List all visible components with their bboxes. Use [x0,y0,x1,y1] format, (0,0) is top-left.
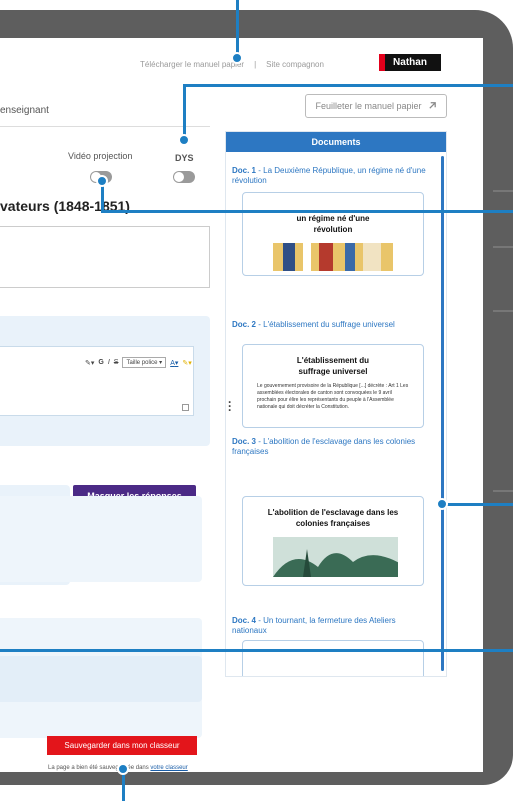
logo-text: Nathan [393,57,427,68]
external-arrow-icon [428,101,437,112]
doc-4-title[interactable]: Doc. 4 - Un tournant, la fermeture des A… [232,616,428,636]
tab-enseignant[interactable]: enseignant [0,105,49,116]
highlight-icon[interactable]: ✎▾ [85,359,94,367]
doc-1-image [273,243,393,271]
answer-panel [0,496,202,582]
background-color-icon[interactable]: ✎▾ [182,359,191,367]
rich-text-editor[interactable]: ✎▾ G I S Taille police ▾ A▾ ✎▾ [0,346,194,416]
doc-2-title[interactable]: Doc. 2 - L'établissement du suffrage uni… [232,320,428,330]
doc-card-title: L'établissement du suffrage universel [296,356,370,376]
doc-number: Doc. 4 [232,616,257,625]
documents-header: Documents [226,132,446,152]
callout-dot [231,52,243,64]
doc-card-title: L'abolition de l'esclavage dans les colo… [267,508,399,528]
doc-1-title[interactable]: Doc. 1 - La Deuxième République, un régi… [232,166,428,186]
callout-dot [96,175,108,187]
doc-number: Doc. 1 [232,166,257,175]
save-to-classeur-button[interactable]: Sauvegarder dans mon classeur [47,736,197,755]
callout-dot [117,763,129,775]
doc-number: Doc. 3 [232,437,257,446]
save-note-text: La page a bien été sauvegardée dans [48,765,149,771]
callout-line [122,772,125,801]
frame-stripe [493,246,513,248]
callout-line [443,503,513,506]
font-size-select[interactable]: Taille police ▾ [122,357,167,368]
feuilleter-button[interactable]: Feuilleter le manuel papier [305,94,447,118]
font-size-label: Taille police [126,360,158,366]
callout-dot [178,134,190,146]
text-color-label: A [170,359,175,367]
doc-title-text: Un tournant, la fermeture des Ateliers n… [232,616,396,635]
video-projection-label: Vidéo projection [68,151,133,161]
nathan-logo[interactable]: Nathan [379,54,441,71]
doc-title-text: L'abolition de l'esclavage dans les colo… [232,437,416,456]
doc-1-card[interactable]: un régime né d'une révolution [242,192,424,276]
doc-3-image [273,537,403,577]
toggle-knob [174,172,184,182]
italic-button[interactable]: I [108,359,110,366]
question-panel: ✎▾ G I S Taille police ▾ A▾ ✎▾ [0,316,210,446]
answer-box[interactable] [0,226,210,288]
logo-red-mark [379,54,385,71]
doc-number: Doc. 2 [232,320,257,329]
bold-button[interactable]: G [98,359,103,366]
app-screen: Télécharger le manuel papier | Site comp… [0,38,483,772]
panel-resize-handle[interactable]: · · · [228,396,232,416]
doc-4-card[interactable] [242,640,424,676]
editor-toolbar: ✎▾ G I S Taille police ▾ A▾ ✎▾ [85,357,192,368]
documents-scrollbar[interactable] [441,156,444,671]
callout-dot [436,498,448,510]
frame-stripe [493,490,513,492]
strike-button[interactable]: S [114,359,119,366]
doc-title-text: L'établissement du suffrage universel [263,320,395,329]
answer-panel-3 [0,656,202,702]
callout-line [183,84,186,140]
feuilleter-label: Feuilleter le manuel papier [315,101,422,111]
frame-stripe [493,190,513,192]
doc-card-text: Le gouvernement provisoire de la Républi… [257,383,409,410]
doc-3-title[interactable]: Doc. 3 - L'abolition de l'esclavage dans… [232,437,428,457]
dys-label: DYS [175,153,194,163]
doc-2-card[interactable]: L'établissement du suffrage universel Le… [242,344,424,428]
companion-site-link[interactable]: Site compagnon [266,60,324,69]
link-separator: | [254,60,257,69]
doc-title-text: La Deuxième République, un régime né d'u… [232,166,426,185]
download-manual-link[interactable]: Télécharger le manuel papier [140,60,244,69]
dys-toggle[interactable] [173,171,195,183]
callout-line [0,649,513,652]
callout-line [186,84,513,87]
doc-card-title: un régime né d'une révolution [296,214,370,234]
resize-handle-icon[interactable] [182,404,189,411]
callout-line [236,0,239,58]
frame-stripe [493,310,513,312]
tab-divider [0,126,210,127]
text-color-button[interactable]: A▾ [170,359,178,367]
doc-3-card[interactable]: L'abolition de l'esclavage dans les colo… [242,496,424,586]
classeur-link[interactable]: votre classeur [150,765,187,771]
callout-line [104,210,513,213]
